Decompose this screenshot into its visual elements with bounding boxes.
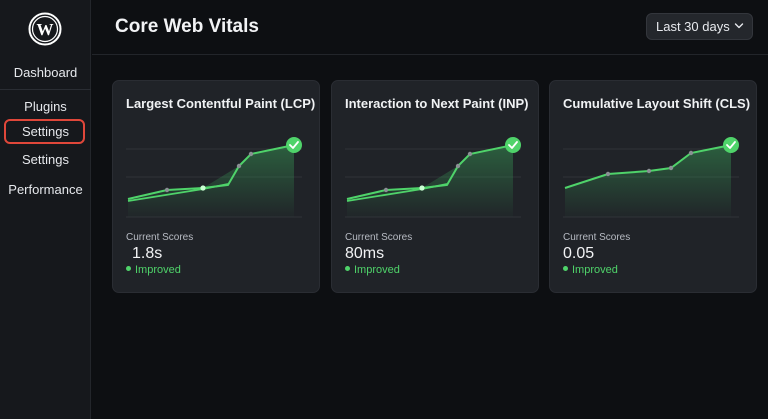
status-text: Improved — [572, 264, 618, 276]
chart-point — [236, 163, 242, 169]
chart-point — [383, 187, 389, 193]
sidebar: W Dashboard Plugins Settings Settings Pe… — [0, 0, 91, 419]
trend-chart-lcp — [126, 137, 302, 218]
sidebar-divider — [0, 89, 91, 90]
sidebar-item-settings-highlighted[interactable]: Settings — [0, 124, 91, 139]
svg-text:W: W — [37, 20, 54, 39]
page-title: Core Web Vitals — [115, 16, 259, 37]
chart-area — [565, 145, 731, 217]
header-divider — [92, 54, 768, 55]
score-value: 0.05 — [563, 245, 595, 262]
card-title: Interaction to Next Paint (INP) — [345, 96, 529, 111]
chart-point — [605, 171, 611, 177]
sidebar-item-plugins[interactable]: Plugins — [0, 99, 91, 114]
card-title: Largest Contentful Paint (LCP) — [126, 96, 316, 111]
chart-point — [455, 163, 461, 169]
status-dot — [563, 266, 568, 271]
chart-point — [419, 185, 425, 191]
score-label: Current Scores — [563, 232, 631, 243]
metric-card-cls[interactable]: Cumulative Layout Shift (CLS) Current Sc… — [549, 80, 757, 293]
sidebar-item-settings[interactable]: Settings — [0, 152, 91, 167]
chart-point — [467, 151, 473, 157]
status-text: Improved — [135, 264, 181, 276]
status-dot — [126, 266, 131, 271]
trend-chart-inp — [345, 137, 521, 218]
chart-area — [128, 145, 294, 217]
check-circle-icon — [723, 137, 739, 153]
chart-point — [668, 165, 674, 171]
score-label: Current Scores — [126, 232, 194, 243]
metric-card-lcp[interactable]: Largest Contentful Paint (LCP) Current S… — [112, 80, 320, 293]
check-circle-icon — [505, 137, 521, 153]
sidebar-item-performance[interactable]: Performance — [0, 182, 91, 197]
wordpress-logo-icon[interactable]: W — [28, 12, 62, 46]
chart-area — [347, 145, 513, 217]
trend-chart-cls — [563, 137, 739, 218]
score-value: 80ms — [345, 245, 385, 262]
metric-card-inp[interactable]: Interaction to Next Paint (INP) Current … — [331, 80, 539, 293]
chart-point — [248, 151, 254, 157]
chevron-down-icon — [734, 23, 744, 29]
chart-point — [646, 168, 652, 174]
status-badge: Improved — [563, 264, 618, 276]
chart-point — [200, 185, 206, 191]
sidebar-item-dashboard[interactable]: Dashboard — [0, 65, 91, 80]
score-value: 1.8s — [132, 245, 163, 262]
status-dot — [345, 266, 350, 271]
check-circle-icon — [286, 137, 302, 153]
status-badge: Improved — [126, 264, 181, 276]
score-label: Current Scores — [345, 232, 413, 243]
card-title: Cumulative Layout Shift (CLS) — [563, 96, 751, 111]
status-badge: Improved — [345, 264, 400, 276]
chart-point — [164, 187, 170, 193]
status-text: Improved — [354, 264, 400, 276]
date-range-label: Last 30 days — [656, 19, 730, 34]
chart-point — [688, 150, 694, 156]
date-range-select[interactable]: Last 30 days — [646, 13, 753, 40]
